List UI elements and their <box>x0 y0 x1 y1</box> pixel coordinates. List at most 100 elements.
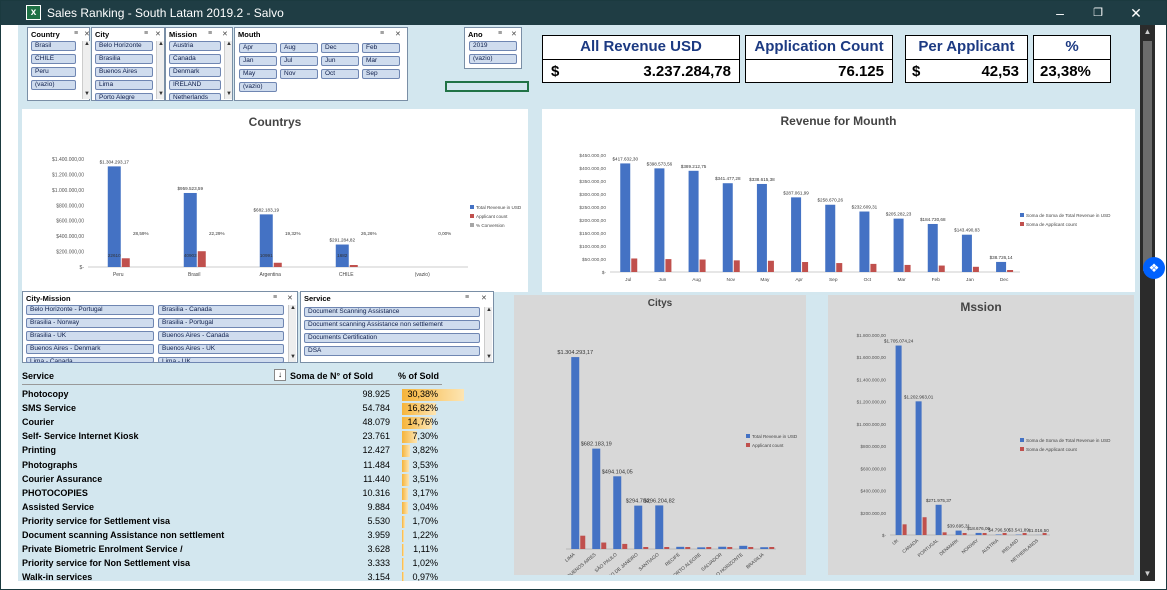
slicer-item[interactable]: Mar <box>362 56 400 66</box>
clear-filter-icon[interactable]: ✕ <box>395 30 401 38</box>
multiselect-icon[interactable]: ≡ <box>380 30 384 37</box>
vertical-scrollbar[interactable]: ▲ ▼ <box>1140 25 1155 581</box>
slicer-item[interactable]: Buenos Aires - UK <box>158 344 284 354</box>
slicer-item[interactable]: Brasil <box>31 41 76 51</box>
legend-label: Total Revenue in USD <box>752 434 798 439</box>
slicer-item[interactable]: Apr <box>239 43 277 53</box>
data-label: 1682 <box>337 253 348 258</box>
table-row[interactable]: Priority service for Settlement visa 5.53… <box>22 515 442 529</box>
slicer-item[interactable]: Jan <box>239 56 277 66</box>
table-row[interactable]: SMS Service 54.784 16,82% <box>22 402 442 416</box>
table-row[interactable]: Courier Assurance 11.440 3,51% <box>22 473 442 487</box>
slicer-scrollbar[interactable]: ▲ ▼ <box>288 305 296 362</box>
sort-filter-icon[interactable]: ↓ <box>274 369 286 381</box>
table-row[interactable]: Walk-in services 3.154 0,97% <box>22 571 442 581</box>
table-row[interactable]: Photocopy 98.925 30,38% <box>22 388 464 402</box>
slicer-item[interactable]: Brasilia - Norway <box>26 318 154 328</box>
table-row[interactable]: Printing 12.427 3,82% <box>22 444 442 458</box>
revenue-bar <box>571 357 580 549</box>
table-row[interactable]: Assisted Service 9.884 3,04% <box>22 501 442 515</box>
slicer-item[interactable]: (vazio) <box>469 54 517 64</box>
slicer-item[interactable]: Documents Certification <box>304 333 480 343</box>
x-tick-label: Jun <box>659 277 667 283</box>
slicer-item[interactable]: Buenos Aires - Canada <box>158 331 284 341</box>
slicer-item[interactable]: Jun <box>321 56 359 66</box>
slicer-item[interactable]: Belo Horizonte <box>95 41 153 51</box>
table-row[interactable]: Self- Service Internet Kiosk 23.761 7,30% <box>22 430 442 444</box>
slicer-item[interactable]: DSA <box>304 346 480 356</box>
table-row[interactable]: Document scanning Assistance non settlem… <box>22 529 442 543</box>
clear-filter-icon[interactable]: ✕ <box>155 30 161 38</box>
slicer-item[interactable]: Dec <box>321 43 359 53</box>
slicer-item[interactable]: Brasilia - Canada <box>158 305 284 315</box>
slicer-item[interactable]: (vazio) <box>31 80 76 90</box>
slicer-item[interactable]: Feb <box>362 43 400 53</box>
slicer-item[interactable]: Denmark <box>169 67 221 77</box>
slicer-item[interactable]: Jul <box>280 56 318 66</box>
slicer-item[interactable]: IRELAND <box>169 80 221 90</box>
kpi-value: 3.237.284,78 <box>643 63 731 80</box>
slicer-item[interactable]: (vazio) <box>239 82 277 92</box>
clear-filter-icon[interactable]: ✕ <box>481 294 487 302</box>
chart-mission[interactable]: Mssion $1.800.000,00 $1.600.000,00 $1.400.… <box>828 295 1134 575</box>
slicer-item[interactable]: Oct <box>321 69 359 79</box>
multiselect-icon[interactable]: ≡ <box>273 294 277 301</box>
slicer-item[interactable]: Aug <box>280 43 318 53</box>
slicer-item[interactable]: Brasilia - UK <box>26 331 154 341</box>
applicant-bar <box>1022 533 1027 535</box>
multiselect-icon[interactable]: ≡ <box>465 294 469 301</box>
table-row[interactable]: Photographs 11.484 3,53% <box>22 459 442 473</box>
scrollbar-thumb[interactable] <box>1143 41 1152 271</box>
slicer-item[interactable]: Sep <box>362 69 400 79</box>
slicer-item[interactable]: May <box>239 69 277 79</box>
scroll-up-arrow[interactable]: ▲ <box>1142 27 1153 37</box>
window-title: Sales Ranking - South Latam 2019.2 - Sal… <box>47 6 284 20</box>
applicant-bar <box>631 258 638 272</box>
restore-button[interactable]: ❐ <box>1083 3 1113 23</box>
table-row[interactable]: Courier 48.079 14,76% <box>22 416 442 430</box>
slicer-scrollbar[interactable]: ▲ ▼ <box>224 41 232 99</box>
chart-revenue-month[interactable]: Revenue for Mounth $450.000,00 $400.000,0… <box>542 109 1135 292</box>
multiselect-icon[interactable]: ≡ <box>208 30 212 37</box>
slicer-item[interactable]: Lima <box>95 80 153 90</box>
chart-citys[interactable]: Citys $1.304.293,17 LIMA $682.183,19 BUENOS… <box>514 295 806 575</box>
slicer-item[interactable]: Nov <box>280 69 318 79</box>
slicer-item[interactable]: Lima - Canada <box>26 357 154 363</box>
close-button[interactable]: ✕ <box>1121 3 1151 23</box>
selected-cell[interactable] <box>445 81 529 92</box>
slicer-item[interactable]: Brasilia <box>95 54 153 64</box>
slicer-item[interactable]: CHILE <box>31 54 76 64</box>
slicer-item[interactable]: Buenos Aires <box>95 67 153 77</box>
slicer-item[interactable]: Porto Alegre <box>95 93 153 101</box>
slicer-item[interactable]: Brasilia - Portugal <box>158 318 284 328</box>
kpi-label: Per Applicant <box>918 38 1015 55</box>
clear-filter-icon[interactable]: ✕ <box>84 30 90 38</box>
multiselect-icon[interactable]: ≡ <box>74 30 78 37</box>
table-row[interactable]: Private Biometric Enrolment Service / 3.6… <box>22 543 442 557</box>
slicer-item[interactable]: Lima - UK <box>158 357 284 363</box>
slicer-item[interactable]: 2019 <box>469 41 517 51</box>
slicer-item[interactable]: Austria <box>169 41 221 51</box>
slicer-scrollbar[interactable]: ▲ ▼ <box>82 41 90 99</box>
table-row[interactable]: Priority service for Non Settlement visa… <box>22 557 442 571</box>
pct-value: 0,97% <box>412 572 438 581</box>
clear-filter-icon[interactable]: ✕ <box>222 30 228 38</box>
slicer-item[interactable]: Document scanning Assistance non settlem… <box>304 320 480 330</box>
slicer-item[interactable]: Peru <box>31 67 76 77</box>
clear-filter-icon[interactable]: ✕ <box>287 294 293 302</box>
slicer-scrollbar[interactable]: ▲ ▼ <box>484 307 492 362</box>
dropbox-icon[interactable]: ❖ <box>1143 257 1165 279</box>
multiselect-icon[interactable]: ≡ <box>498 30 502 37</box>
scroll-down-arrow[interactable]: ▼ <box>1142 569 1153 579</box>
slicer-item[interactable]: Document Scanning Assistance <box>304 307 480 317</box>
slicer-scrollbar[interactable]: ▲ ▼ <box>156 41 164 99</box>
minimize-button[interactable]: – <box>1045 3 1075 23</box>
slicer-item[interactable]: Buenos Aires - Denmark <box>26 344 154 354</box>
clear-filter-icon[interactable]: ✕ <box>511 30 517 38</box>
multiselect-icon[interactable]: ≡ <box>144 30 148 37</box>
table-row[interactable]: PHOTOCOPIES 10.316 3,17% <box>22 487 442 501</box>
chart-countrys[interactable]: Countrys $1.400.000,00 $1.200.000,00 $1.00… <box>22 109 528 292</box>
slicer-item[interactable]: Netherlands <box>169 93 221 101</box>
slicer-item[interactable]: Belo Horizonte - Portugal <box>26 305 154 315</box>
slicer-item[interactable]: Canada <box>169 54 221 64</box>
